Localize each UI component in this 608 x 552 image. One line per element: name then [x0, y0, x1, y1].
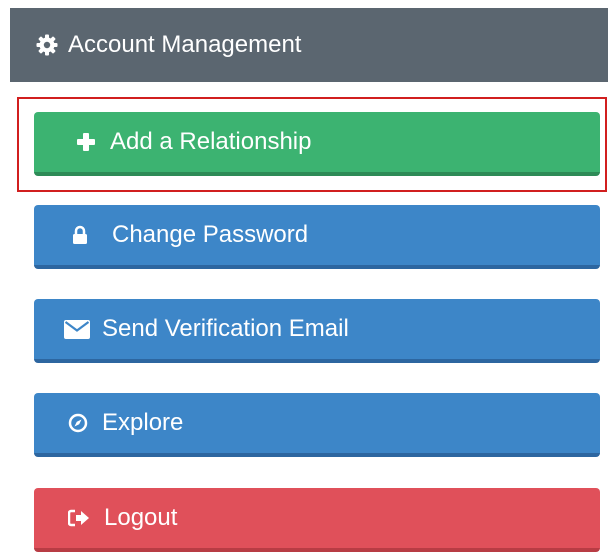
- send-verification-email-label: Send Verification Email: [102, 315, 349, 342]
- envelope-icon: [64, 319, 90, 339]
- explore-button[interactable]: Explore: [34, 393, 600, 457]
- lock-icon: [72, 225, 88, 245]
- explore-label: Explore: [102, 409, 184, 436]
- compass-icon: [68, 413, 88, 433]
- logout-label: Logout: [104, 504, 178, 531]
- plus-icon: [76, 132, 96, 152]
- sign-out-icon: [68, 509, 90, 527]
- header-title: Account Management: [68, 31, 302, 58]
- add-relationship-button[interactable]: Add a Relationship: [34, 112, 600, 176]
- gear-icon: [36, 34, 58, 56]
- change-password-label: Change Password: [112, 221, 309, 248]
- change-password-button[interactable]: Change Password: [34, 205, 600, 269]
- send-verification-email-button[interactable]: Send Verification Email: [34, 299, 600, 363]
- add-relationship-label: Add a Relationship: [110, 128, 312, 155]
- account-management-header: Account Management: [10, 8, 608, 82]
- logout-button[interactable]: Logout: [34, 488, 600, 552]
